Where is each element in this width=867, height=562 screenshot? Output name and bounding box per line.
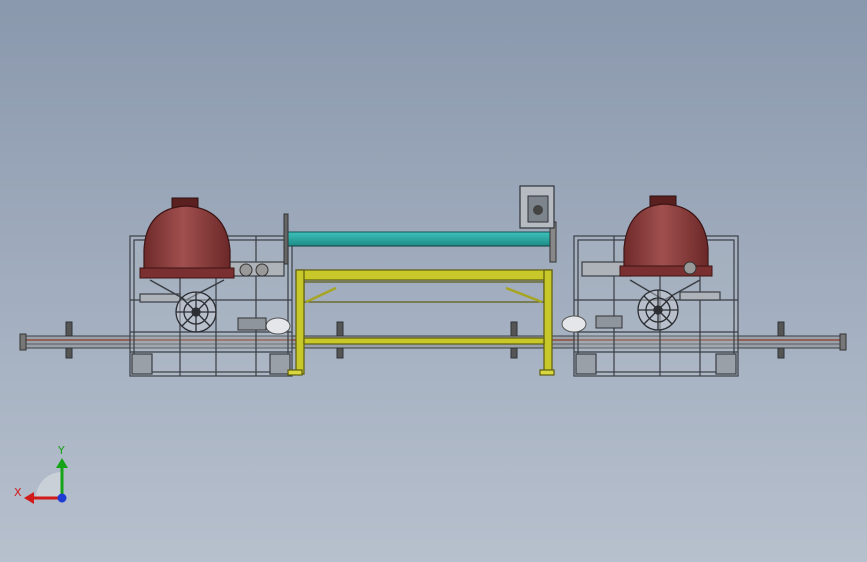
right-gear-wheel: [637, 289, 679, 331]
axis-triad: Y X: [14, 444, 68, 504]
x-axis-arrow: [24, 492, 34, 504]
center-drive-unit: [519, 185, 555, 229]
assembly-drawing: Y X: [14, 185, 847, 504]
cad-viewport[interactable]: Y X: [0, 0, 867, 562]
y-axis-arrow: [56, 458, 68, 468]
center-conveyor-belt: [283, 213, 557, 265]
z-axis-dot: [57, 493, 67, 503]
x-axis-label: X: [14, 486, 22, 499]
left-gear-wheel: [175, 291, 217, 333]
y-axis-label: Y: [57, 444, 65, 457]
